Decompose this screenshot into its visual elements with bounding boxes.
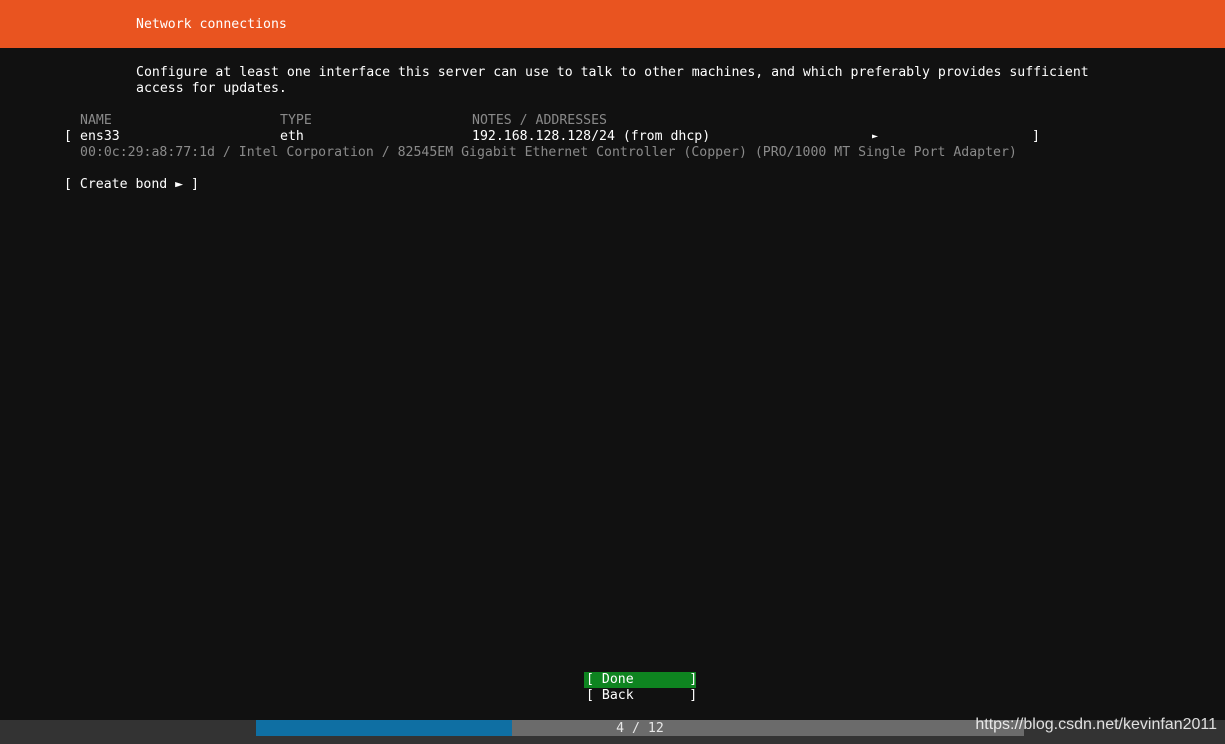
header-bar: Network connections (0, 0, 1225, 48)
interface-type: eth (280, 129, 304, 144)
interface-name: ens33 (80, 129, 120, 144)
back-button[interactable]: [ Back ] (584, 688, 698, 704)
intro-text-line-1: Configure at least one interface this se… (136, 65, 1089, 80)
done-button[interactable]: [ Done ] (584, 672, 698, 688)
interface-detail: 00:0c:29:a8:77:1d / Intel Corporation / … (80, 145, 1017, 160)
watermark: https://blog.csdn.net/kevinfan2011 (975, 716, 1217, 733)
install-progress-bar: 4 / 12 (256, 720, 1024, 736)
column-header-type: TYPE (280, 113, 312, 128)
done-button-label: [ Done ] (586, 672, 698, 687)
install-progress-label: 4 / 12 (616, 721, 664, 736)
interface-menu-arrow-icon[interactable]: ► (872, 129, 878, 145)
create-bond-button[interactable]: [ Create bond ► ] (64, 177, 199, 193)
column-header-name: NAME (80, 113, 112, 128)
row-open-bracket: [ (64, 129, 72, 144)
row-close-bracket: ] (1032, 129, 1040, 144)
back-button-label: [ Back ] (586, 688, 698, 703)
page-title: Network connections (136, 17, 287, 32)
intro-text-line-2: access for updates. (136, 81, 287, 96)
interface-address: 192.168.128.128/24 (from dhcp) (472, 129, 711, 144)
column-header-notes: NOTES / ADDRESSES (472, 113, 607, 128)
